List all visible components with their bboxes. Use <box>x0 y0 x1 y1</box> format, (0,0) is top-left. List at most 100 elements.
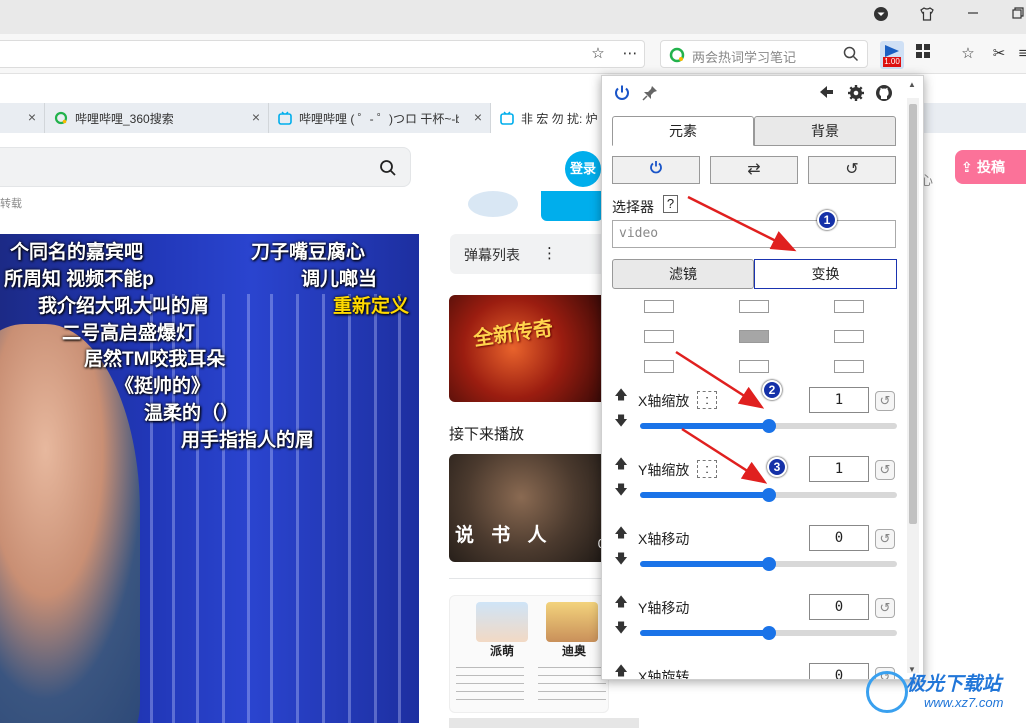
danmaku-list-header[interactable]: 弹幕列表 ⋮ <box>450 234 610 274</box>
help-button[interactable]: ? <box>663 195 678 213</box>
annotation-badge: 2 <box>762 380 782 400</box>
restore-icon[interactable] <box>1008 6 1026 26</box>
tab-close-icon[interactable]: × <box>252 109 260 125</box>
search-box[interactable]: 两会热词学习笔记 <box>660 40 868 68</box>
scissors-icon[interactable]: ✂ <box>988 43 1010 65</box>
reset-icon[interactable]: ↺ <box>875 460 895 480</box>
slider-fill <box>640 561 769 567</box>
github-icon[interactable] <box>874 84 894 104</box>
undo-icon: ↺ <box>845 161 859 178</box>
login-button[interactable]: 登录 <box>565 151 601 187</box>
star-icon[interactable]: ☆ <box>587 43 609 65</box>
danmaku-text: 二号高启盛爆灯 <box>62 323 196 344</box>
repost-text: 转载 <box>0 198 22 210</box>
scrollbar-thumb[interactable] <box>909 104 917 524</box>
reset-icon[interactable]: ↺ <box>875 391 895 411</box>
origin-cell[interactable] <box>644 330 674 343</box>
move-down-arrow-icon[interactable]: 🡇 <box>614 619 628 641</box>
apps-grid-icon[interactable] <box>912 43 934 65</box>
origin-cell[interactable] <box>644 300 674 313</box>
video-thumbnail[interactable]: 派萌 迪奥 <box>449 595 609 713</box>
tab-background[interactable]: 背景 <box>754 116 896 146</box>
shirt-icon[interactable] <box>917 6 937 26</box>
slider-handle[interactable] <box>762 488 776 502</box>
danmaku-list-label: 弹幕列表 <box>464 247 520 263</box>
gear-icon[interactable] <box>846 84 866 104</box>
title-bar <box>0 0 1026 34</box>
move-down-arrow-icon[interactable]: 🡇 <box>614 481 628 503</box>
tab-transform[interactable]: 变换 <box>754 259 897 289</box>
bilibili-icon <box>500 111 514 125</box>
tab-label: 哔哩哔哩 ( ゜- ゜)つロ 干杯~-b <box>299 112 459 126</box>
dropdown-circle-icon[interactable] <box>871 6 891 26</box>
video-thumbnail[interactable] <box>449 718 639 728</box>
swap-button[interactable]: ⇄ <box>710 156 798 184</box>
video-thumbnail[interactable]: 全新传奇 <box>449 295 609 402</box>
reset-all-button[interactable]: ↺ <box>808 156 896 184</box>
upload-button[interactable]: ⇪ 投稿 <box>955 150 1026 184</box>
search-icon[interactable] <box>843 46 859 65</box>
slider-handle[interactable] <box>762 419 776 433</box>
tab-360-search[interactable]: 哔哩哔哩_360搜索 × <box>45 103 269 133</box>
annotation-badge: 1 <box>817 210 837 230</box>
value-input[interactable]: 1 <box>809 387 869 413</box>
value-input[interactable]: 0 <box>809 525 869 551</box>
power-icon[interactable] <box>612 84 632 104</box>
more-icon[interactable]: ⋯ <box>619 43 641 65</box>
menu-icon[interactable]: ≡ <box>1012 43 1026 65</box>
origin-cell[interactable] <box>834 330 864 343</box>
site-search-input[interactable] <box>0 147 411 187</box>
slider-handle[interactable] <box>762 557 776 571</box>
danmaku-text: 温柔的（） <box>144 403 240 424</box>
tab-close-icon[interactable]: × <box>28 109 36 125</box>
search-icon[interactable] <box>379 159 397 180</box>
options-button[interactable]: : <box>697 460 717 478</box>
minimize-icon[interactable] <box>963 6 983 26</box>
move-down-arrow-icon[interactable]: 🡇 <box>614 550 628 572</box>
tab-element[interactable]: 元素 <box>612 116 754 146</box>
options-button[interactable]: : <box>697 391 717 409</box>
scroll-up-arrow-icon[interactable]: ▲ <box>908 80 916 89</box>
slider-fill <box>640 492 769 498</box>
reset-icon[interactable]: ↺ <box>875 529 895 549</box>
tab-partial[interactable]: × <box>0 103 45 133</box>
origin-cell[interactable] <box>834 300 864 313</box>
origin-cell[interactable] <box>739 300 769 313</box>
back-arrow-icon[interactable] <box>816 84 836 104</box>
tab-active-video[interactable]: 非 宏 勿 扰: 炉 <box>491 103 611 133</box>
more-vertical-icon[interactable]: ⋮ <box>542 244 557 262</box>
origin-cell[interactable] <box>834 360 864 373</box>
move-up-arrow-icon[interactable]: 🡅 <box>614 386 628 408</box>
move-up-arrow-icon[interactable]: 🡅 <box>614 455 628 477</box>
move-up-arrow-icon[interactable]: 🡅 <box>614 662 628 679</box>
anime-character-image <box>476 602 528 642</box>
value-input[interactable]: 0 <box>809 663 869 679</box>
favorites-icon[interactable]: ☆ <box>957 43 979 65</box>
move-up-arrow-icon[interactable]: 🡅 <box>614 593 628 615</box>
move-down-arrow-icon[interactable]: 🡇 <box>614 412 628 434</box>
tab-close-icon[interactable]: × <box>474 109 482 125</box>
origin-cell-selected[interactable] <box>739 330 769 343</box>
enable-button[interactable] <box>612 156 700 184</box>
annotation-badge: 3 <box>767 457 787 477</box>
video-player[interactable]: 个同名的嘉宾吧 刀子嘴豆腐心 所周知 视频不能p 调儿啷当 我介绍大吼大叫的屑 … <box>0 234 419 723</box>
extension-button[interactable]: 1.00 <box>880 41 904 69</box>
url-input[interactable] <box>0 40 645 68</box>
video-thumbnail[interactable]: 说 书 人 0 <box>449 454 609 562</box>
value-input[interactable]: 1 <box>809 456 869 482</box>
upload-label: 投稿 <box>977 159 1005 175</box>
text-lines <box>456 660 524 704</box>
value-input[interactable]: 0 <box>809 594 869 620</box>
reset-icon[interactable]: ↺ <box>875 598 895 618</box>
tab-bilibili-home[interactable]: 哔哩哔哩 ( ゜- ゜)つロ 干杯~-b × <box>269 103 491 133</box>
tab-filter[interactable]: 滤镜 <box>612 259 754 289</box>
follow-button[interactable] <box>541 191 603 221</box>
origin-cell[interactable] <box>644 360 674 373</box>
origin-cell[interactable] <box>739 360 769 373</box>
pin-icon[interactable] <box>640 84 660 104</box>
slider-handle[interactable] <box>762 626 776 640</box>
selector-input[interactable]: video <box>612 220 896 248</box>
slider-fill <box>640 423 769 429</box>
danmaku-text: 重新定义 <box>333 296 410 317</box>
move-up-arrow-icon[interactable]: 🡅 <box>614 524 628 546</box>
